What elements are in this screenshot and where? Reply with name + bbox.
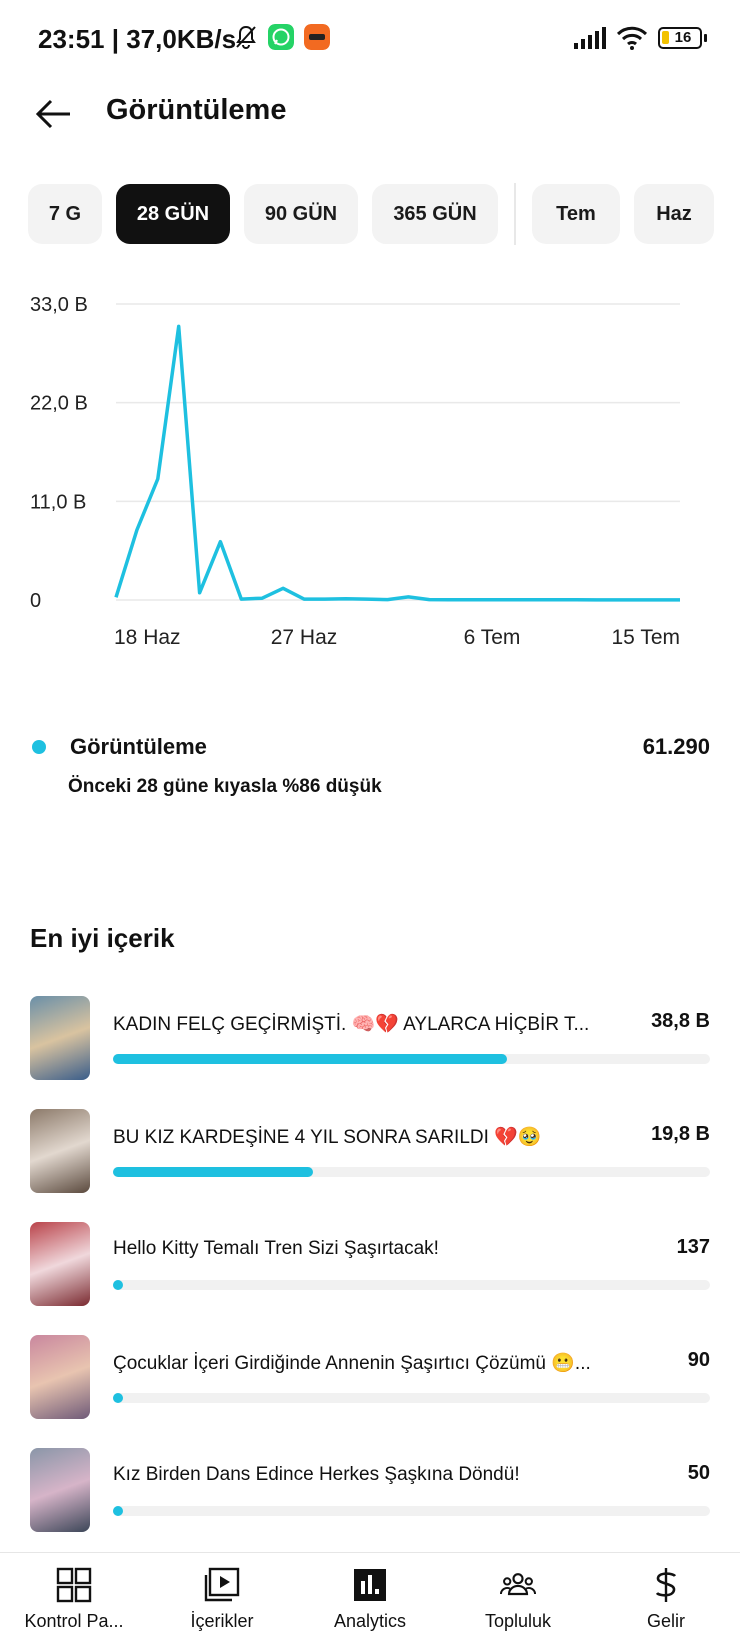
signal-icon	[574, 27, 606, 49]
period-chip-90-gun[interactable]: 90 GÜN	[244, 184, 358, 244]
status-icons-right: 16	[574, 26, 707, 50]
content-views: 90	[687, 1349, 710, 1371]
series-color-dot	[32, 740, 46, 754]
content-title: Hello Kitty Temalı Tren Sizi Şaşırtacak!	[113, 1238, 439, 1259]
content-views: 38,8 B	[651, 1010, 710, 1032]
views-bar-track	[113, 1167, 710, 1177]
views-bar-fill	[113, 1280, 123, 1290]
status-icons-left	[234, 24, 330, 50]
summary-value: 61.290	[642, 734, 710, 759]
views-bar-track	[113, 1393, 710, 1403]
community-icon	[500, 1567, 536, 1603]
top-content-title: En iyi içerik	[30, 923, 175, 953]
x-tick-label: 15 Tem	[612, 626, 681, 649]
nav-revenue[interactable]: Gelir	[592, 1553, 740, 1644]
views-bar-fill	[113, 1393, 123, 1403]
nav-label: Kontrol Pa...	[24, 1611, 124, 1631]
content-row[interactable]: KADIN FELÇ GEÇİRMİŞTİ. 🧠💔 AYLARCA HİÇBİR…	[30, 992, 710, 1105]
period-selector: 7 G 28 GÜN 90 GÜN 365 GÜN Tem Haz	[28, 183, 714, 245]
views-bar-fill	[113, 1167, 313, 1177]
status-bar: 23:51 | 37,0KB/s 16	[0, 0, 740, 80]
page-title: Görüntüleme	[106, 94, 287, 126]
summary: Görüntüleme 61.290 Önceki 28 güne kıyasl…	[30, 730, 710, 798]
content-thumbnail	[30, 1109, 90, 1193]
period-chip-haz[interactable]: Haz	[634, 184, 714, 244]
content-thumbnail	[30, 996, 90, 1080]
x-tick-label: 27 Haz	[271, 626, 338, 649]
views-bar-track	[113, 1054, 710, 1064]
views-bar-fill	[113, 1054, 508, 1064]
nav-label: Topluluk	[484, 1611, 552, 1631]
content-row[interactable]: Çocuklar İçeri Girdiğinde Annenin Şaşırt…	[30, 1331, 710, 1444]
nav-analytics[interactable]: Analytics	[296, 1553, 444, 1644]
content-views: 137	[676, 1236, 710, 1258]
content-views: 19,8 B	[651, 1123, 710, 1145]
bottom-nav: Kontrol Pa... İçerikler Analytics Toplul…	[0, 1552, 740, 1644]
content-title: Çocuklar İçeri Girdiğinde Annenin Şaşırt…	[113, 1353, 591, 1374]
views-bar-fill	[113, 1506, 123, 1516]
period-chip-7g[interactable]: 7 G	[28, 184, 102, 244]
views-line-chart: 0 11,0 B 22,0 B 33,0 B 18 Haz 27 Haz 6 Tem 15 T…	[30, 294, 681, 649]
nav-label: Analytics	[333, 1611, 407, 1631]
y-tick-label: 22,0 B	[30, 393, 88, 415]
content-row[interactable]: Kız Birden Dans Edince Herkes Şaşkına Dö…	[30, 1444, 710, 1557]
content-title: BU KIZ KARDEŞİNE 4 YIL SONRA SARILDI 💔🥹	[113, 1127, 542, 1148]
period-divider	[514, 183, 516, 245]
content-title: KADIN FELÇ GEÇİRMİŞTİ. 🧠💔 AYLARCA HİÇBİR…	[113, 1014, 590, 1035]
nav-label: İçerikler	[190, 1611, 254, 1631]
content-play-icon	[204, 1567, 240, 1603]
dollar-icon	[648, 1567, 684, 1603]
content-thumbnail	[30, 1335, 90, 1419]
header: Görüntüleme	[0, 80, 740, 180]
content-thumbnail	[30, 1448, 90, 1532]
mute-icon	[236, 25, 256, 49]
summary-label: Görüntüleme	[70, 734, 207, 759]
views-bar-track	[113, 1280, 710, 1290]
y-tick-label: 33,0 B	[30, 294, 88, 316]
content-thumbnail	[30, 1222, 90, 1306]
summary-row: Görüntüleme 61.290	[30, 730, 710, 764]
period-chip-tem[interactable]: Tem	[532, 184, 620, 244]
top-content-list: KADIN FELÇ GEÇİRMİŞTİ. 🧠💔 AYLARCA HİÇBİR…	[30, 992, 710, 1557]
nav-dashboard[interactable]: Kontrol Pa...	[0, 1553, 148, 1644]
whatsapp-icon	[268, 24, 294, 50]
dashboard-icon	[56, 1567, 92, 1603]
summary-comparison: Önceki 28 güne kıyasla %86 düşük	[68, 776, 382, 797]
content-views: 50	[687, 1462, 710, 1484]
app-notification-icon	[304, 24, 330, 50]
wifi-icon	[616, 26, 648, 50]
nav-label: Gelir	[646, 1611, 685, 1631]
back-button[interactable]	[30, 90, 78, 138]
nav-community[interactable]: Topluluk	[444, 1553, 592, 1644]
y-tick-label: 11,0 B	[30, 491, 86, 513]
series-line-views	[114, 324, 680, 602]
battery-indicator: 16	[658, 27, 707, 49]
content-row[interactable]: BU KIZ KARDEŞİNE 4 YIL SONRA SARILDI 💔🥹 1…	[30, 1105, 710, 1218]
period-chip-28-gun[interactable]: 28 GÜN	[116, 184, 230, 244]
analytics-icon	[352, 1567, 388, 1603]
x-tick-label: 6 Tem	[464, 626, 521, 649]
period-chip-365-gun[interactable]: 365 GÜN	[372, 184, 498, 244]
content-row[interactable]: Hello Kitty Temalı Tren Sizi Şaşırtacak!…	[30, 1218, 710, 1331]
y-tick-label: 0	[30, 590, 41, 612]
views-chart: 0 11,0 B 22,0 B 33,0 B 18 Haz 27 Haz 6 Tem 15 T…	[0, 290, 740, 680]
content-title: Kız Birden Dans Edince Herkes Şaşkına Dö…	[113, 1464, 520, 1485]
x-tick-label: 18 Haz	[114, 626, 181, 649]
arrow-left-icon	[36, 99, 70, 129]
status-time-speed: 23:51 | 37,0KB/s	[38, 24, 237, 54]
nav-content[interactable]: İçerikler	[148, 1553, 296, 1644]
views-bar-track	[113, 1506, 710, 1516]
